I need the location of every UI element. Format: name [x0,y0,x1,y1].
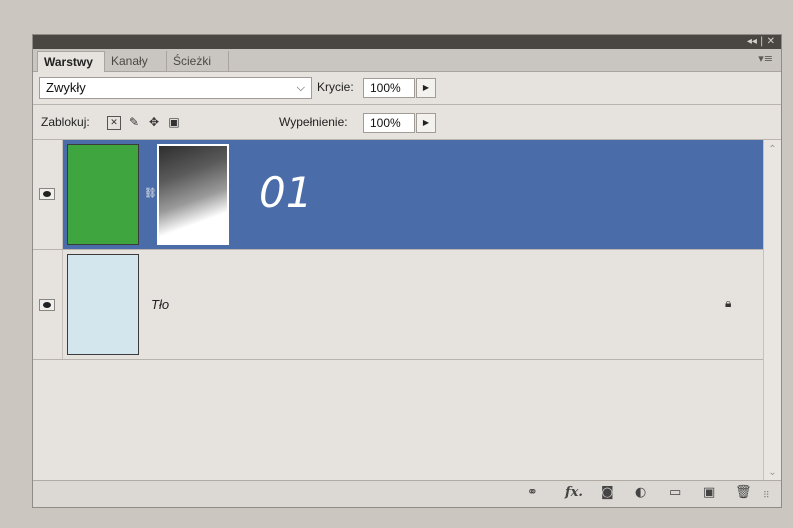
fill-slider-arrow-icon[interactable]: ▶ [416,113,436,133]
tab-warstwy[interactable]: Warstwy [37,51,105,72]
adjustment-icon[interactable]: ◐ [635,485,646,500]
layers-scrollbar[interactable]: ⌃ ⌄ [763,140,781,482]
layers-list: ⛓ 01 Tło 🔒︎ [33,140,763,482]
mask-link-icon[interactable]: ⛓ [144,188,157,199]
eye-icon[interactable] [39,299,55,311]
lock-label: Zablokuj: [41,115,90,129]
fill-input[interactable]: 100% [363,113,415,133]
scroll-down-icon[interactable]: ⌄ [764,467,781,478]
lock-all-icon[interactable]: ▣ [167,115,181,129]
tab-sciezki[interactable]: Ścieżki [167,51,229,71]
opacity-input[interactable]: 100% [363,78,415,98]
visibility-column [33,250,63,359]
panel-bottom-toolbar: ⚭ fx. ◙ ◐ ▭ ▣ 🗑︎ ⠿ [33,480,781,507]
scroll-up-icon[interactable]: ⌃ [764,144,781,155]
lock-move-icon[interactable]: ✥ [147,115,161,129]
opacity-label: Krycie: [317,80,354,94]
new-layer-icon[interactable]: ▣ [703,485,715,500]
blend-mode-value: Zwykły [46,80,86,95]
blend-opacity-row: Zwykły ⌵ Krycie: 100% ▶ [33,72,781,105]
panel-titlebar: ◂◂ | ✕ [33,35,781,49]
fill-label: Wypełnienie: [279,115,348,129]
panel-tabs: Warstwy Kanały Ścieżki ▾≡ [33,49,781,72]
layer-row-tlo[interactable]: Tło 🔒︎ [33,250,763,360]
panel-menu-icon[interactable]: ▾≡ [758,52,773,65]
layers-panel: ◂◂ | ✕ Warstwy Kanały Ścieżki ▾≡ Zwykły … [32,34,782,508]
link-icon[interactable]: ⚭ [527,485,538,500]
panel-window-buttons[interactable]: ◂◂ | ✕ [747,35,775,49]
layer-mask-thumbnail[interactable] [157,144,229,245]
fx-icon[interactable]: fx. [565,485,583,500]
layer-thumbnail[interactable] [67,144,139,245]
resize-grip-icon[interactable]: ⠿ [763,491,770,501]
eye-icon[interactable] [39,188,55,200]
layer-row-01[interactable]: ⛓ 01 [33,140,763,250]
folder-icon[interactable]: ▭ [669,485,681,500]
layer-name[interactable]: 01 [259,168,312,217]
layer-lock-icon: 🔒︎ [725,296,732,310]
lock-transparent-icon[interactable]: ✕ [107,116,121,130]
lock-brush-icon[interactable]: ✎ [127,115,141,129]
blend-mode-select[interactable]: Zwykły ⌵ [39,77,312,99]
layer-thumbnail[interactable] [67,254,139,355]
chevron-down-icon: ⌵ [296,81,305,94]
layer-name[interactable]: Tło [151,297,169,312]
trash-icon[interactable]: 🗑︎ [735,485,752,500]
lock-fill-row: Zablokuj: ✕ ✎ ✥ ▣ Wypełnienie: 100% ▶ [33,105,781,140]
opacity-slider-arrow-icon[interactable]: ▶ [416,78,436,98]
tab-kanaly[interactable]: Kanały [105,51,167,71]
mask-icon[interactable]: ◙ [601,485,614,500]
visibility-column [33,140,63,249]
